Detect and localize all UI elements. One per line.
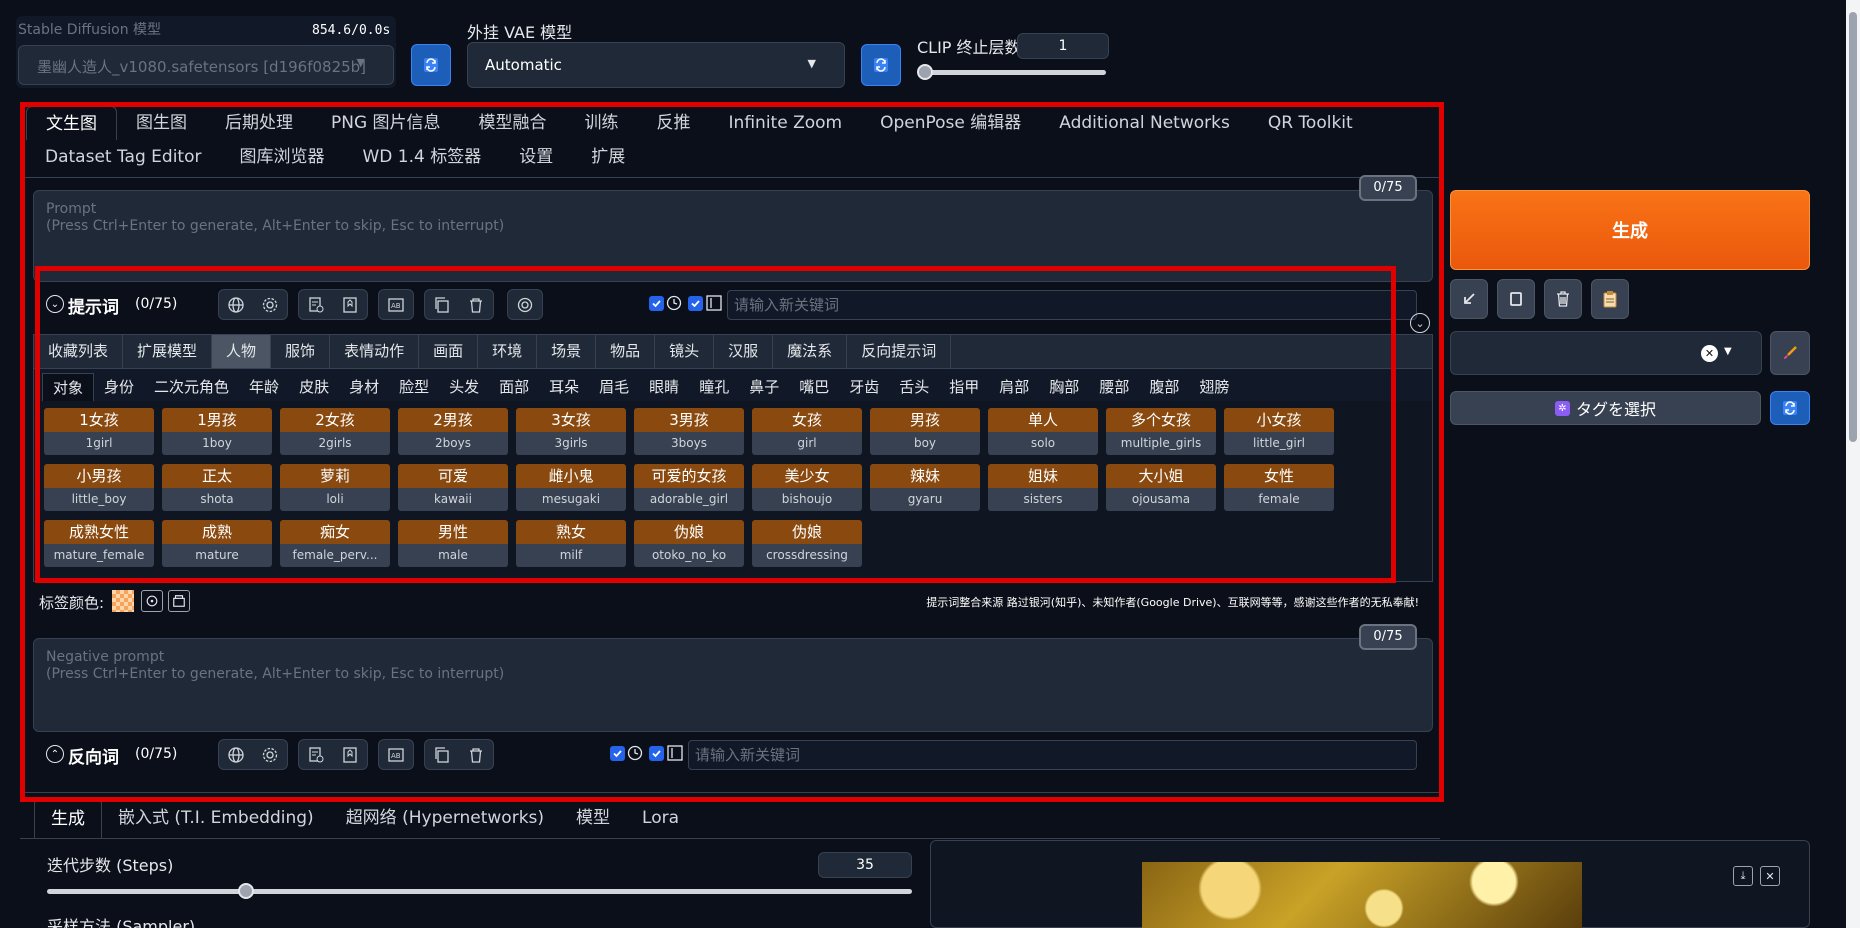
steps-slider-thumb[interactable] [237,883,254,899]
close-icon[interactable]: ✕ [1760,866,1780,886]
chevron-down-icon: ▼ [356,56,365,69]
steps-number-input[interactable]: 35 [818,852,912,878]
download-icon[interactable]: ⤓ [1733,866,1753,886]
clear-icon[interactable]: ✕ [1701,345,1718,362]
generate-label: 生成 [1612,221,1648,242]
highlight-box-inner [35,266,1396,583]
steps-slider-track[interactable] [47,889,912,894]
select-tags-button[interactable]: ✲ タグを選択 [1450,391,1761,425]
vae-label: 外挂 VAE 模型 [467,23,573,42]
paste-button[interactable] [1497,279,1535,319]
apply-style-button[interactable] [1770,331,1810,375]
arrow-down-left-icon [1464,293,1475,304]
select-tags-label: タグを選択 [1575,400,1656,419]
bottom-tabs: 生成 嵌入式 (T.I. Embedding) 超网络 (Hypernetworks… [34,798,695,838]
refresh-icon [424,58,438,72]
generate-button[interactable]: 生成 [1450,190,1810,270]
bottom-tab[interactable]: Lora [626,798,695,838]
square-icon [1510,292,1522,306]
clip-number-input[interactable]: 1 [1017,33,1109,59]
clip-slider-thumb[interactable] [917,64,933,80]
chevron-down-icon: ▼ [807,57,816,70]
clip-label: CLIP 终止层数 [917,38,1021,57]
scrollbar-thumb[interactable] [1849,12,1857,442]
clear-prompt-button[interactable] [1544,279,1582,319]
clipboard-icon [1603,291,1617,308]
styles-dropdown[interactable]: ✕ ▼ [1450,331,1762,375]
bottom-tab[interactable]: 超网络 (Hypernetworks) [330,798,560,838]
steps-label: 迭代步数 (Steps) [47,856,174,875]
refresh-tags-button[interactable] [1770,391,1810,425]
bottom-tab[interactable]: 模型 [560,798,626,838]
sampler-label: 采样方法 (Sampler) [47,917,196,928]
sd-model-value: 墨幽人造人_v1080.safetensors [d196f0825b] [37,58,367,76]
refresh-vae-button[interactable] [861,44,901,86]
clip-slider-track[interactable] [920,70,1106,75]
preview-image [1142,862,1582,928]
refresh-icon [1783,401,1797,415]
sd-model-timer: 854.6/0.0s [312,23,391,38]
style-button[interactable] [1591,279,1629,319]
bottom-tabs-divider [20,838,1440,839]
chevron-down-icon: ▼ [1724,346,1732,357]
refresh-icon [874,58,888,72]
tag-select-icon: ✲ [1554,400,1570,416]
trash-icon [1557,291,1569,307]
sd-model-label: Stable Diffusion 模型 [18,22,162,38]
sd-model-select[interactable]: 墨幽人造人_v1080.safetensors [d196f0825b] ▼ [18,45,394,85]
bottom-tab[interactable]: 生成 [34,798,102,838]
vae-select[interactable]: Automatic ▼ [467,42,845,88]
paint-brush-icon [1784,346,1797,359]
read-params-button[interactable] [1450,279,1488,319]
refresh-model-button[interactable] [411,44,451,86]
bottom-tab[interactable]: 嵌入式 (T.I. Embedding) [102,798,330,838]
vae-value: Automatic [485,56,562,74]
